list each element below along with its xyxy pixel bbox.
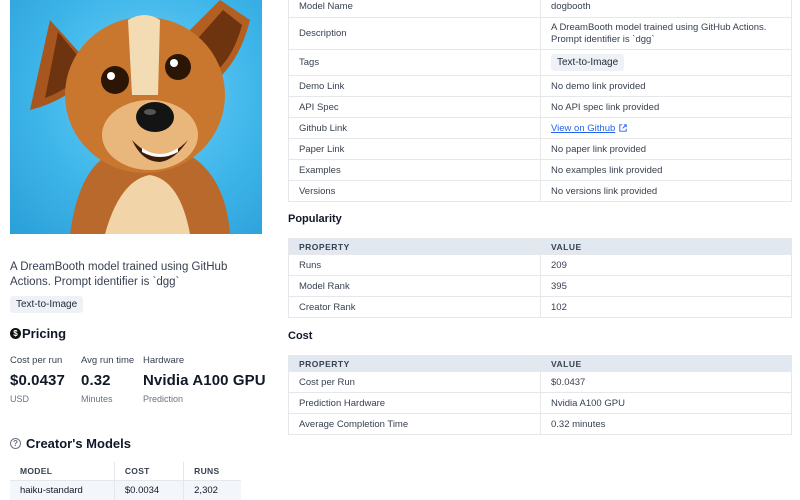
stat-hardware: Hardware Nvidia A100 GPU Prediction: [143, 355, 266, 404]
details-row-model-name: Model Name dogbooth: [288, 0, 792, 18]
details-row-paper-link: Paper Link No paper link provided: [288, 138, 792, 160]
external-link-icon[interactable]: [619, 123, 627, 132]
question-icon[interactable]: ?: [10, 438, 21, 449]
value-cell: Nvidia A100 GPU: [540, 392, 792, 414]
table-header-row: MODEL COST RUNS: [10, 462, 241, 481]
table-header-row: PROPERTY VALUE: [288, 355, 792, 372]
dog-illustration: [30, 0, 250, 234]
github-link-label[interactable]: View on Github: [551, 123, 615, 134]
column-header-value: VALUE: [540, 355, 792, 372]
property-cell: Cost per Run: [288, 371, 541, 393]
table-row[interactable]: haiku-standard $0.0034 2,302: [10, 480, 241, 500]
details-value: No examples link provided: [540, 159, 792, 181]
stat-value: 0.32: [81, 372, 111, 389]
details-row-versions: Versions No versions link provided: [288, 180, 792, 202]
details-value: No versions link provided: [540, 180, 792, 202]
table-row: Model Rank 395: [288, 275, 792, 297]
details-label: Examples: [288, 159, 541, 181]
tag-text-to-image[interactable]: Text-to-Image: [551, 54, 625, 71]
column-header-property: PROPERTY: [288, 355, 541, 372]
creators-heading-label: Creator's Models: [26, 436, 131, 451]
property-cell: Runs: [288, 254, 541, 276]
cell-runs: 2,302: [183, 480, 241, 500]
stat-cost-per-run: Cost per run $0.0437 USD: [10, 355, 65, 404]
details-label: Paper Link: [288, 138, 541, 160]
details-row-examples: Examples No examples link provided: [288, 159, 792, 181]
popularity-table: PROPERTY VALUE Runs 209 Model Rank 395 C…: [288, 238, 792, 318]
left-column: A DreamBooth model trained using GitHub …: [10, 0, 272, 500]
dollar-icon: $: [10, 328, 21, 339]
column-header-value: VALUE: [540, 238, 792, 255]
details-label: Demo Link: [288, 75, 541, 97]
table-row: Runs 209: [288, 254, 792, 276]
stat-label: Hardware: [143, 355, 185, 366]
details-label: Model Name: [288, 0, 541, 18]
details-row-api-spec: API Spec No API spec link provided: [288, 96, 792, 118]
value-cell: 102: [540, 296, 792, 318]
details-row-github-link: Github Link View on Github: [288, 117, 792, 139]
model-preview-image: [10, 0, 262, 234]
stat-avg-run-time: Avg run time 0.32 Minutes: [81, 355, 134, 404]
details-value: dogbooth: [540, 0, 792, 18]
tag-text-to-image[interactable]: Text-to-Image: [10, 296, 84, 313]
creators-models-table: MODEL COST RUNS haiku-standard $0.0034 2…: [10, 462, 241, 500]
value-cell: 0.32 minutes: [540, 413, 792, 435]
column-header-model[interactable]: MODEL: [10, 462, 115, 481]
table-row: Cost per Run $0.0437: [288, 371, 792, 393]
cost-heading: Cost: [288, 330, 313, 342]
property-cell: Creator Rank: [288, 296, 541, 318]
stat-label: Cost per run: [10, 355, 63, 366]
table-row: Average Completion Time 0.32 minutes: [288, 413, 792, 435]
details-value: A DreamBooth model trained using GitHub …: [540, 17, 792, 50]
cell-model[interactable]: haiku-standard: [10, 480, 115, 500]
value-cell: 395: [540, 275, 792, 297]
details-value: No API spec link provided: [540, 96, 792, 118]
table-row: Creator Rank 102: [288, 296, 792, 318]
details-label: Github Link: [288, 117, 541, 139]
cell-cost: $0.0034: [113, 480, 184, 500]
table-row: Prediction Hardware Nvidia A100 GPU: [288, 392, 792, 414]
details-value: No paper link provided: [540, 138, 792, 160]
property-cell: Model Rank: [288, 275, 541, 297]
stat-label: Avg run time: [81, 355, 135, 366]
property-cell: Prediction Hardware: [288, 392, 541, 414]
stat-value: $0.0437: [10, 372, 65, 389]
cost-table: PROPERTY VALUE Cost per Run $0.0437 Pred…: [288, 355, 792, 435]
details-label: API Spec: [288, 96, 541, 118]
stat-sub: USD: [10, 394, 30, 404]
pricing-heading: $ Pricing: [10, 326, 66, 341]
details-row-tags: Tags Text-to-Image: [288, 49, 792, 76]
details-row-description: Description A DreamBooth model trained u…: [288, 17, 792, 50]
creators-models-heading: ? Creator's Models: [10, 436, 131, 451]
details-label: Versions: [288, 180, 541, 202]
details-label: Tags: [288, 49, 541, 76]
column-header-cost[interactable]: COST: [113, 462, 184, 481]
popularity-heading: Popularity: [288, 213, 342, 225]
model-details-table: Model Name dogbooth Description A DreamB…: [288, 0, 792, 202]
model-description: A DreamBooth model trained using GitHub …: [10, 261, 228, 288]
details-row-demo-link: Demo Link No demo link provided: [288, 75, 792, 97]
stat-sub: Prediction: [143, 394, 184, 404]
value-cell: 209: [540, 254, 792, 276]
table-header-row: PROPERTY VALUE: [288, 238, 792, 255]
details-label: Description: [288, 17, 541, 50]
column-header-runs[interactable]: RUNS: [183, 462, 241, 481]
github-link[interactable]: View on Github: [551, 123, 627, 134]
column-header-property: PROPERTY: [288, 238, 541, 255]
stat-value: Nvidia A100 GPU: [143, 372, 266, 389]
stat-sub: Minutes: [81, 394, 113, 404]
property-cell: Average Completion Time: [288, 413, 541, 435]
pricing-heading-label: Pricing: [22, 326, 67, 341]
value-cell: $0.0437: [540, 371, 792, 393]
details-value: No demo link provided: [540, 75, 792, 97]
